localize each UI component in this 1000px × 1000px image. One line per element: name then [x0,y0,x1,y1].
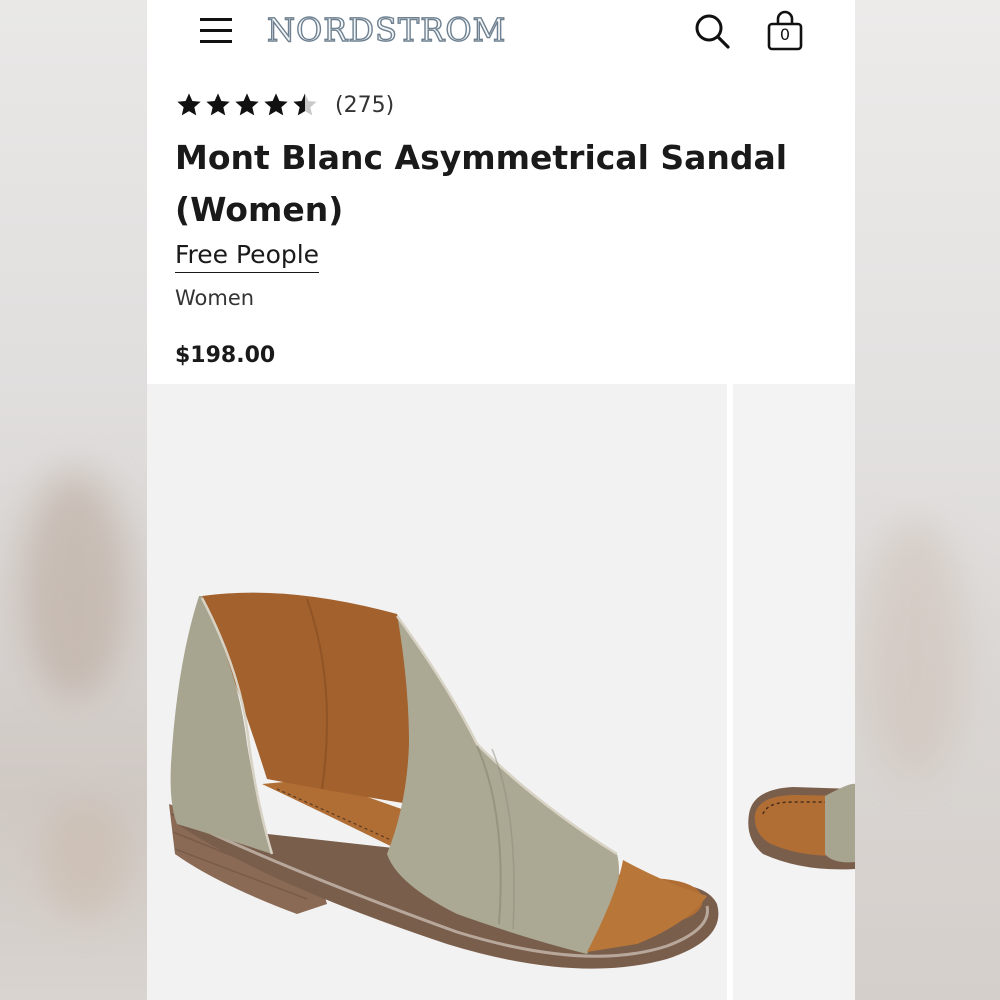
star-full-icon [264,93,288,116]
top-navigation-bar: NORDSTROM 0 [147,0,855,70]
star-full-icon [177,93,201,116]
rating-summary[interactable]: (275) [175,90,394,120]
nordstrom-logo[interactable]: NORDSTROM [266,10,506,50]
shopping-bag-button[interactable]: 0 [765,10,805,52]
review-count[interactable]: (275) [335,93,394,118]
search-icon[interactable] [693,12,731,50]
left-blurred-border [0,0,147,1000]
product-price: $198.00 [175,343,276,368]
product-image-gallery[interactable] [147,384,855,1000]
star-full-icon [235,93,259,116]
star-full-icon [206,93,230,116]
bag-item-count: 0 [779,25,791,44]
brand-link[interactable]: Free People [175,240,320,273]
sandal-alternate-view-image [748,783,855,870]
hamburger-menu-icon[interactable] [199,14,233,46]
right-blurred-border [855,0,1000,1000]
star-half-icon [293,93,317,116]
department-label: Women [175,286,255,310]
star-rating [175,91,319,119]
product-page: NORDSTROM 0 (275) Mont Blanc Asymmetrica… [147,0,855,1000]
product-title: Mont Blanc Asymmetrical Sandal (Women) [175,138,788,229]
product-image-next[interactable] [733,384,855,1000]
sandal-side-view-image [169,592,719,969]
product-image-main[interactable] [147,384,727,1000]
